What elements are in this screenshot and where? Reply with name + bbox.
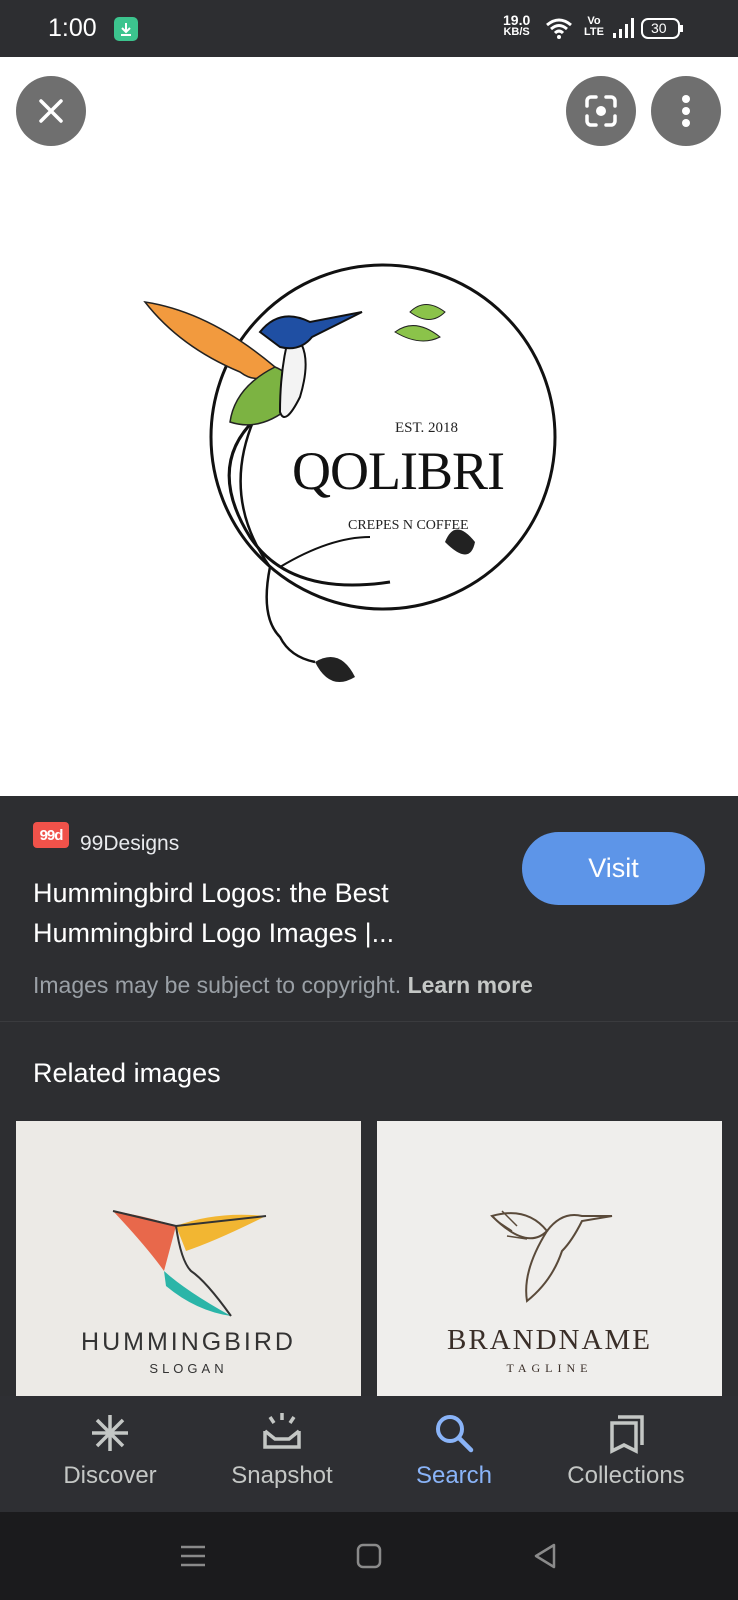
battery-level: 30 (651, 20, 667, 36)
download-notification-icon (114, 17, 138, 41)
logo-est-text: EST. 2018 (395, 420, 459, 436)
status-bar: 1:00 19.0 KB/S Vo LTE 30 (0, 0, 738, 57)
network-speed-unit: KB/S (503, 26, 530, 38)
related-image-1-title: HUMMINGBIRD (81, 1328, 296, 1356)
related-image-1-subtitle: SLOGAN (149, 1361, 228, 1376)
related-image-1[interactable]: HUMMINGBIRD SLOGAN (16, 1121, 361, 1396)
wifi-icon (546, 18, 572, 39)
collections-icon (610, 1415, 644, 1454)
lens-button[interactable] (566, 76, 636, 146)
nav-collections-label: Collections (567, 1462, 685, 1489)
visit-button[interactable]: Visit (522, 832, 705, 905)
network-speed-value: 19.0 (503, 12, 531, 28)
search-icon (436, 1415, 474, 1453)
back-icon[interactable] (530, 1541, 560, 1571)
snapshot-icon (263, 1413, 301, 1449)
copyright-text: Images may be subject to copyright. (33, 972, 402, 998)
volte-indicator: Vo LTE (584, 16, 604, 38)
asterisk-icon (92, 1415, 128, 1451)
copyright-notice: Images may be subject to copyright. Lear… (33, 972, 533, 999)
home-icon[interactable] (354, 1541, 384, 1571)
logo-brand-text: QOLIBRI (292, 441, 505, 501)
nav-search-label: Search (415, 1462, 493, 1489)
more-options-button[interactable] (651, 76, 721, 146)
status-time: 1:00 (48, 14, 97, 42)
related-image-2[interactable]: BRANDNAME TAGLINE (377, 1121, 722, 1396)
nav-snapshot-label: Snapshot (231, 1462, 333, 1489)
source-favicon: 99d (33, 822, 69, 848)
related-image-2-subtitle: TAGLINE (506, 1361, 593, 1375)
learn-more-link[interactable]: Learn more (408, 972, 533, 998)
nav-collections[interactable]: Collections (541, 1408, 711, 1490)
nav-snapshot[interactable]: Snapshot (197, 1408, 367, 1490)
nav-search[interactable]: Search (369, 1408, 539, 1490)
network-speed: 19.0 KB/S (503, 12, 531, 38)
image-viewer: EST. 2018 QOLIBRI CREPES N COFFEE (0, 57, 738, 796)
divider (0, 1021, 738, 1022)
result-title[interactable]: Hummingbird Logos: the Best Hummingbird … (33, 873, 473, 953)
lens-icon (585, 95, 617, 127)
related-images-heading: Related images (33, 1058, 221, 1088)
qolibri-logo-image: EST. 2018 QOLIBRI CREPES N COFFEE (140, 237, 570, 717)
nav-discover[interactable]: Discover (25, 1408, 195, 1490)
signal-icon (613, 18, 634, 38)
volte-bottom: LTE (584, 26, 604, 38)
system-navigation-bar (0, 1512, 738, 1600)
related-image-2-title: BRANDNAME (447, 1324, 652, 1356)
status-icons: Vo LTE 30 (545, 16, 695, 47)
logo-tagline-text: CREPES N COFFEE (348, 518, 469, 533)
more-vert-icon (682, 95, 690, 127)
close-icon (39, 99, 63, 123)
recents-icon[interactable] (178, 1541, 208, 1571)
source-name[interactable]: 99Designs (80, 832, 179, 856)
nav-discover-label: Discover (63, 1462, 157, 1489)
close-button[interactable] (16, 76, 86, 146)
